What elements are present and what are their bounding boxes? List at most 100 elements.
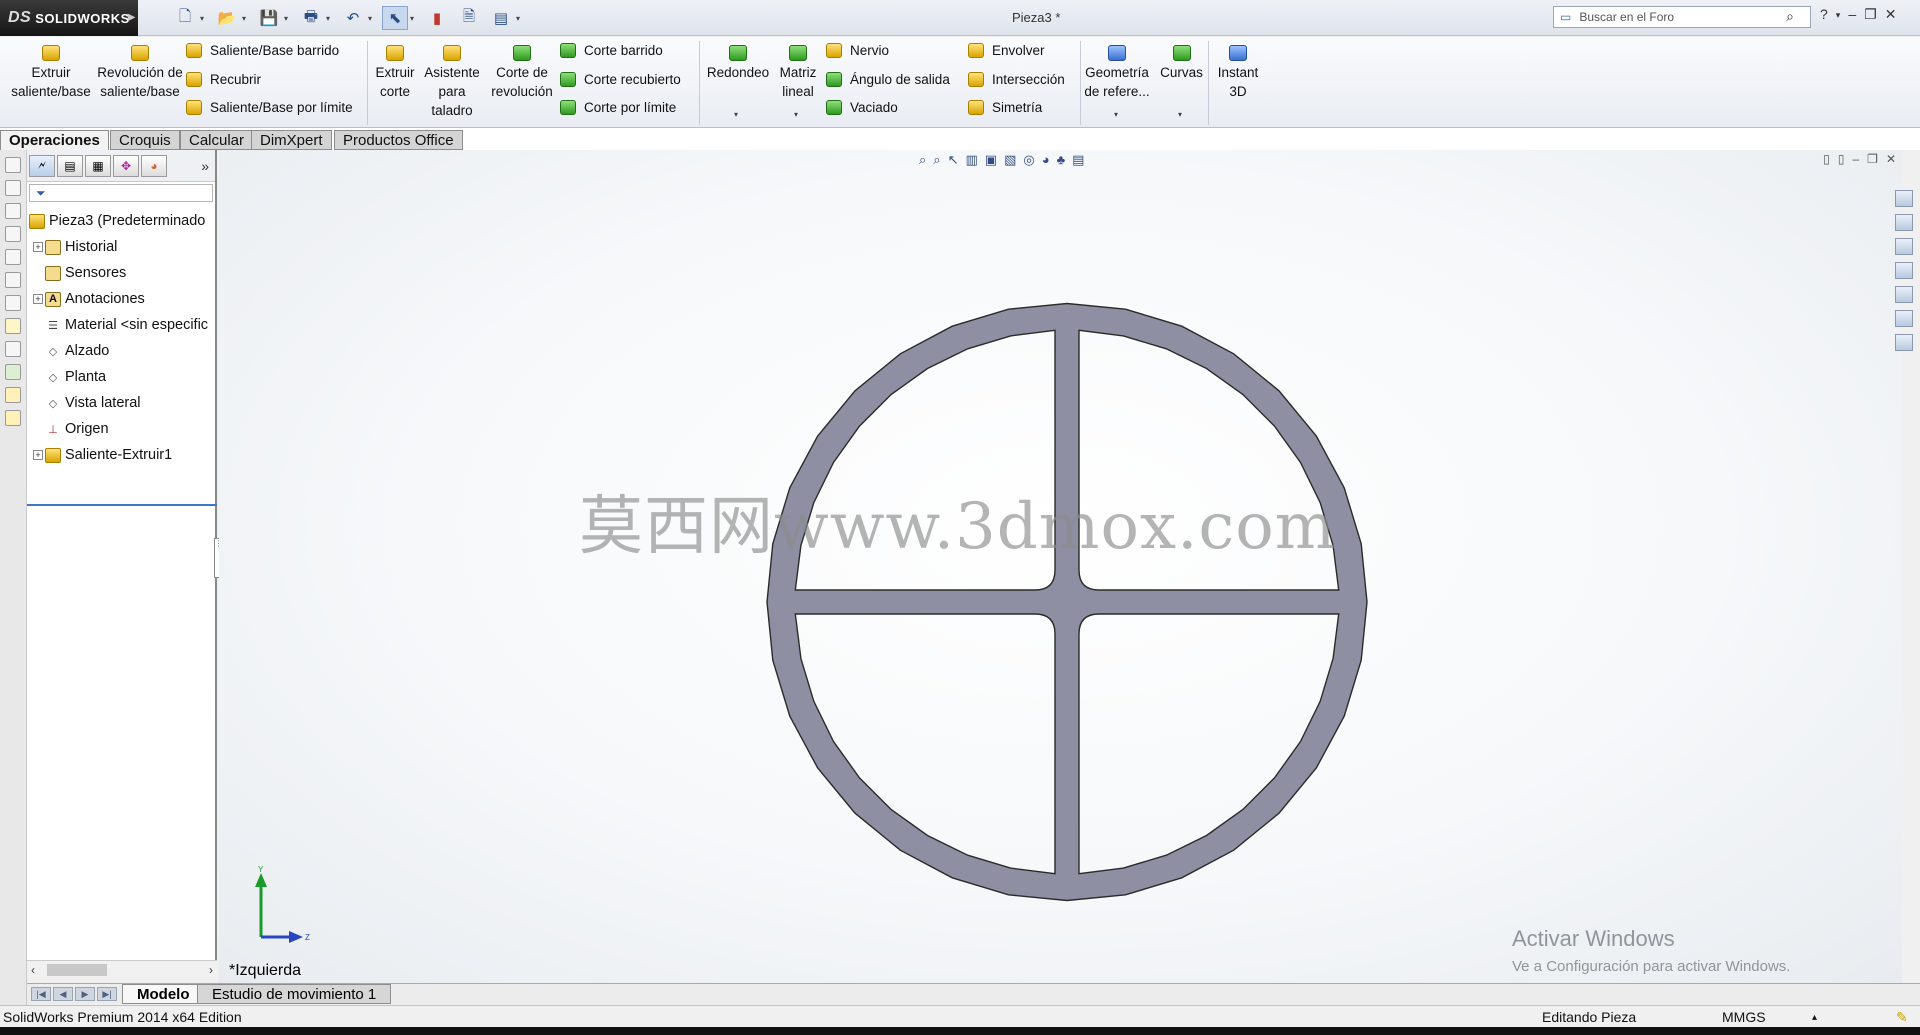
revolve-cut-button[interactable]: Corte de revolución — [487, 37, 557, 101]
boundary-boss-button[interactable]: Saliente/Base por límite — [186, 100, 353, 115]
new-icon[interactable]: 🗋 — [172, 6, 198, 30]
solidworks-resources-icon[interactable] — [1895, 190, 1913, 207]
unit-system-button[interactable]: MMGS — [1722, 1009, 1766, 1025]
linear-pattern-button[interactable]: Matriz lineal — [775, 37, 821, 101]
options-dropdown-icon[interactable]: ▾ — [516, 6, 524, 30]
tree-item-material[interactable]: ☰ Material <sin especific — [27, 312, 215, 338]
solidworks-menu-button[interactable]: DS SOLIDWORKS ▶ — [0, 0, 138, 36]
reference-geometry-button[interactable]: Geometría de refere... — [1083, 37, 1151, 101]
display-manager-tab-icon[interactable]: ◕ — [141, 154, 167, 177]
dimxpert-manager-tab-icon[interactable]: ✥ — [113, 154, 139, 177]
scroll-thumb[interactable] — [47, 964, 107, 976]
file-properties-icon[interactable]: 🗎 — [456, 6, 482, 30]
save-dropdown-icon[interactable]: ▾ — [284, 6, 292, 30]
tree-item-historial[interactable]: + Historial — [27, 234, 215, 260]
property-manager-tab-icon[interactable]: ▤ — [57, 154, 83, 177]
feature-tree-scrollbar[interactable]: ‹ › — [27, 960, 217, 978]
expand-icon[interactable]: + — [33, 450, 43, 460]
shell-button[interactable]: Vaciado — [826, 100, 898, 115]
extrude-boss-button[interactable]: Extruir saliente/base — [6, 37, 96, 101]
extrude-cut-button[interactable]: Extruir corte — [370, 37, 420, 101]
fillet-dropdown-icon[interactable]: ▾ — [734, 110, 738, 119]
lofted-cut-button[interactable]: Corte recubierto — [560, 72, 681, 87]
loft-button[interactable]: Recubrir — [186, 72, 261, 87]
print-dropdown-icon[interactable]: ▾ — [326, 6, 334, 30]
units-dropdown-icon[interactable]: ▴ — [1812, 1012, 1817, 1023]
swept-cut-button[interactable]: Corte barrido — [560, 43, 663, 58]
rebuild-status-icon[interactable]: ✎ — [1896, 1009, 1908, 1026]
hole-wizard-button[interactable]: Asistente para taladro — [421, 37, 483, 120]
view-toolbar-icon[interactable] — [5, 203, 21, 219]
boundary-cut-button[interactable]: Corte por límite — [560, 100, 676, 115]
view-toolbar-icon[interactable] — [5, 157, 21, 173]
instant3d-button[interactable]: Instant 3D — [1212, 37, 1264, 101]
view-palette-icon[interactable] — [1895, 286, 1913, 303]
expand-tabs-icon[interactable]: » — [201, 158, 209, 174]
tab-operaciones[interactable]: Operaciones — [0, 130, 109, 150]
revolve-boss-button[interactable]: Revolución de saliente/base — [96, 37, 184, 101]
tree-item-alzado[interactable]: ◇ Alzado — [27, 338, 215, 364]
search-forum-input[interactable]: ▭ Buscar en el Foro ⌕ — [1553, 6, 1811, 28]
tree-item-saliente-extruir1[interactable]: + Saliente-Extruir1 — [27, 442, 215, 468]
menu-expand-icon[interactable]: ▶ — [128, 12, 136, 23]
print-icon[interactable]: 🖶 — [298, 6, 324, 30]
new-dropdown-icon[interactable]: ▾ — [200, 6, 208, 30]
restore-icon[interactable]: ❐ — [1864, 6, 1877, 23]
close-icon[interactable]: ✕ — [1885, 6, 1897, 23]
feature-icon[interactable] — [5, 387, 21, 403]
fillet-button[interactable]: Redondeo — [703, 37, 773, 82]
custom-properties-icon[interactable] — [1895, 334, 1913, 351]
rebuild-icon[interactable]: ▮ — [424, 6, 450, 30]
tree-item-sensores[interactable]: Sensores — [27, 260, 215, 286]
next-tab-icon[interactable]: ▶ — [75, 987, 95, 1001]
curves-dropdown-icon[interactable]: ▾ — [1178, 110, 1182, 119]
open-dropdown-icon[interactable]: ▾ — [242, 6, 250, 30]
feature-manager-tab-icon[interactable]: 🗲 — [29, 154, 55, 177]
view-toolbar-icon[interactable] — [5, 226, 21, 242]
wrap-button[interactable]: Envolver — [968, 43, 1045, 58]
tab-croquis[interactable]: Croquis — [110, 130, 180, 150]
tab-estudio-movimiento[interactable]: Estudio de movimiento 1 — [197, 984, 392, 1004]
save-icon[interactable]: 💾 — [256, 6, 282, 30]
appearances-icon[interactable] — [1895, 310, 1913, 327]
mirror-button[interactable]: Simetría — [968, 100, 1042, 115]
file-explorer-icon[interactable] — [1895, 262, 1913, 279]
configuration-manager-tab-icon[interactable]: ▦ — [85, 154, 111, 177]
tree-root-part[interactable]: Pieza3 (Predeterminado — [27, 208, 215, 234]
view-toolbar-icon[interactable] — [5, 180, 21, 196]
tree-item-vista-lateral[interactable]: ◇ Vista lateral — [27, 390, 215, 416]
intersect-button[interactable]: Intersección — [968, 72, 1065, 87]
tree-item-anotaciones[interactable]: + A Anotaciones — [27, 286, 215, 312]
tab-calcular[interactable]: Calcular — [180, 130, 254, 150]
undo-dropdown-icon[interactable]: ▾ — [368, 6, 376, 30]
curves-button[interactable]: Curvas — [1154, 37, 1209, 82]
undo-icon[interactable]: ↶ — [340, 6, 366, 30]
rib-button[interactable]: Nervio — [826, 43, 889, 58]
draft-button[interactable]: Ángulo de salida — [826, 72, 950, 87]
smart-dimension-icon[interactable] — [5, 341, 21, 357]
help-dropdown-icon[interactable]: ▾ — [1836, 10, 1841, 23]
pattern-dropdown-icon[interactable]: ▾ — [794, 110, 798, 119]
ref-geometry-dropdown-icon[interactable]: ▾ — [1114, 110, 1118, 119]
feature-icon[interactable] — [5, 364, 21, 380]
tree-item-origen[interactable]: ⊥ Origen — [27, 416, 215, 442]
last-tab-icon[interactable]: ▶| — [97, 987, 117, 1001]
scroll-right-icon[interactable]: › — [209, 963, 213, 977]
select-dropdown-icon[interactable]: ▾ — [410, 6, 418, 30]
first-tab-icon[interactable]: |◀ — [31, 987, 51, 1001]
select-icon[interactable]: ⬉ — [382, 6, 408, 30]
tree-item-planta[interactable]: ◇ Planta — [27, 364, 215, 390]
view-toolbar-icon[interactable] — [5, 272, 21, 288]
wheel-part-geometry[interactable] — [766, 302, 1368, 902]
view-toolbar-icon[interactable] — [5, 249, 21, 265]
view-toolbar-icon[interactable] — [5, 295, 21, 311]
options-icon[interactable]: ▤ — [488, 6, 514, 30]
minimize-icon[interactable]: – — [1848, 6, 1856, 23]
tab-productos-office[interactable]: Productos Office — [334, 130, 463, 150]
sketch-icon[interactable] — [5, 318, 21, 334]
search-icon[interactable]: ⌕ — [1786, 8, 1794, 25]
expand-icon[interactable]: + — [33, 242, 43, 252]
expand-icon[interactable]: + — [33, 294, 43, 304]
scroll-left-icon[interactable]: ‹ — [31, 963, 35, 977]
feature-filter-input[interactable]: ⏷ — [29, 184, 213, 202]
